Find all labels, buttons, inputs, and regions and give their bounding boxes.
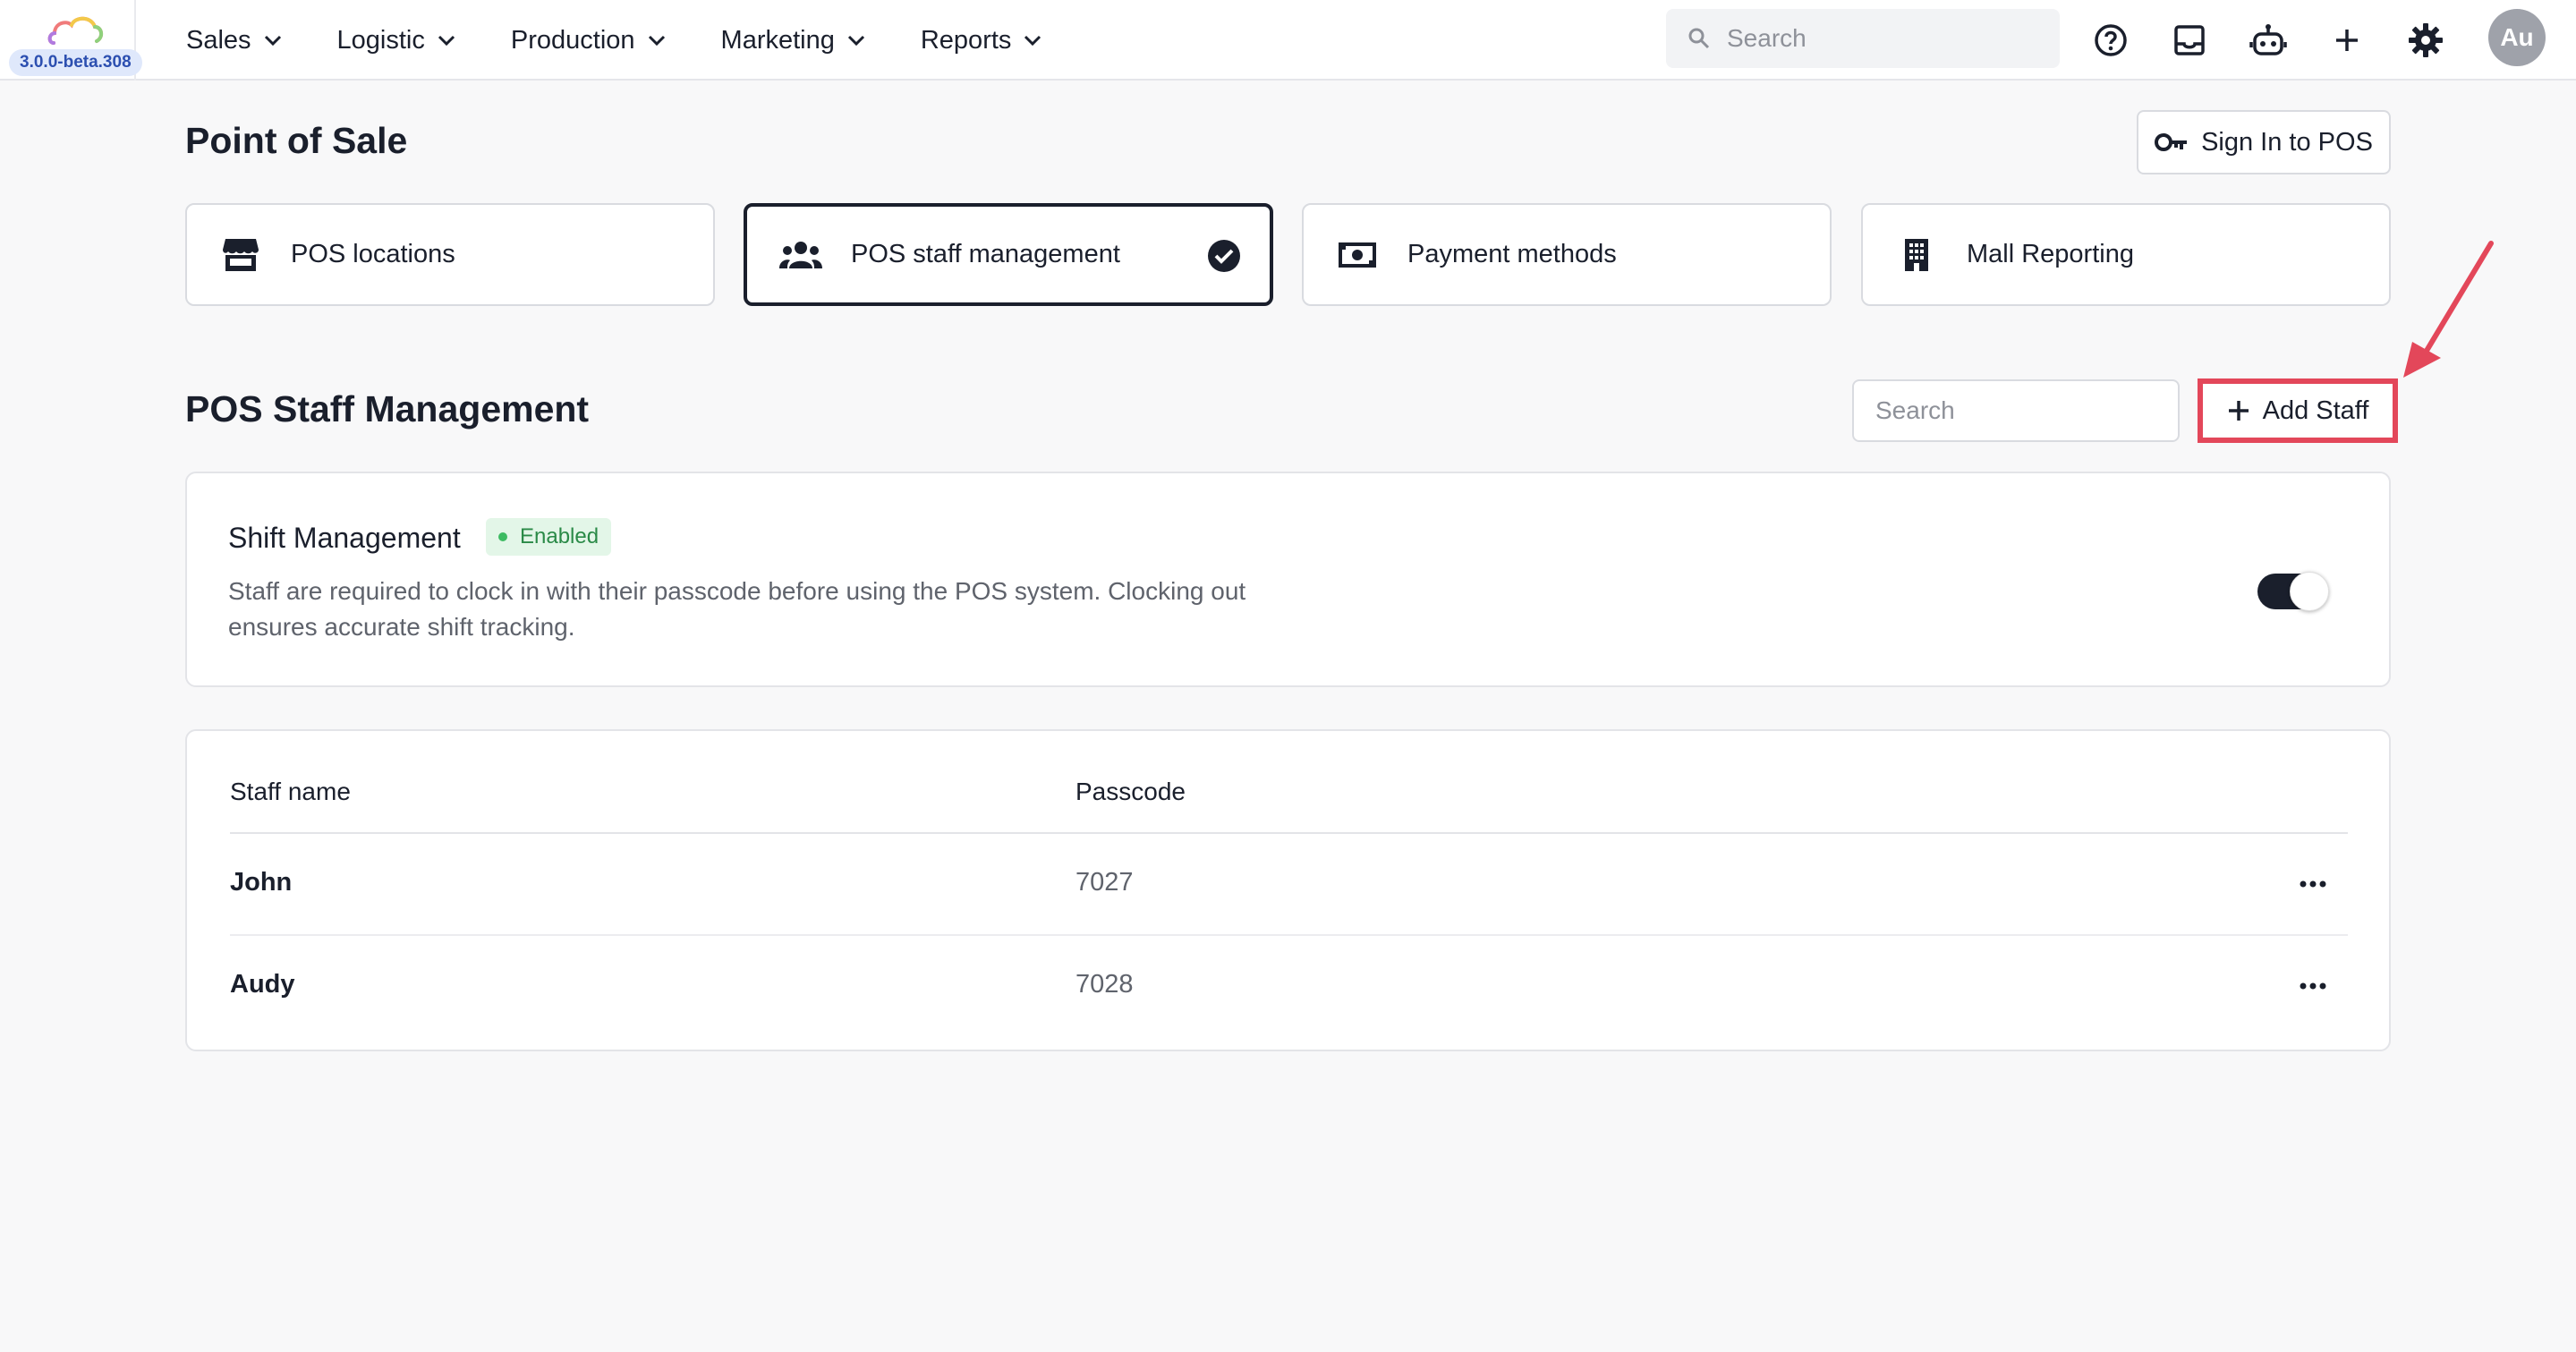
key-icon	[2155, 133, 2188, 151]
plus-icon[interactable]	[2325, 19, 2368, 62]
shift-toggle[interactable]	[2257, 572, 2329, 611]
page-title: Point of Sale	[185, 120, 408, 161]
passcode-cell: 7027	[1075, 868, 1134, 897]
shift-title: Shift Management	[228, 522, 461, 554]
nav-item-label: Marketing	[720, 25, 835, 55]
shift-management-card: Shift Management Enabled Staff are requi…	[185, 472, 2391, 687]
nav-item-label: Sales	[186, 25, 251, 55]
top-nav-bar: 3.0.0-beta.308 Sales Logistic Production…	[0, 0, 2576, 81]
more-options-icon[interactable]	[2295, 866, 2331, 902]
tab-pos-staff-management[interactable]: POS staff management	[744, 203, 1273, 306]
chevron-down-icon	[648, 35, 665, 47]
gear-icon[interactable]	[2404, 19, 2447, 62]
chevron-down-icon	[847, 35, 864, 47]
bot-icon[interactable]	[2247, 19, 2290, 62]
add-staff-button[interactable]: Add Staff	[2198, 378, 2398, 443]
version-badge: 3.0.0-beta.308	[9, 49, 142, 76]
passcode-cell: 7028	[1075, 970, 1134, 999]
nav-item-sales[interactable]: Sales	[186, 26, 282, 55]
column-header-staff-name: Staff name	[230, 778, 351, 805]
global-search[interactable]	[1666, 9, 2060, 68]
status-badge-label: Enabled	[520, 524, 599, 548]
tab-pos-locations[interactable]: POS locations	[185, 203, 715, 306]
logo-area[interactable]: 3.0.0-beta.308	[0, 0, 142, 81]
nav-item-label: Logistic	[336, 25, 425, 55]
nav-item-marketing[interactable]: Marketing	[721, 26, 865, 55]
tab-payment-methods[interactable]: Payment methods	[1302, 203, 1832, 306]
staff-name-cell: Audy	[230, 970, 295, 999]
tab-label: POS staff management	[851, 240, 1120, 268]
check-circle-icon	[1208, 240, 1240, 272]
nav-item-logistic[interactable]: Logistic	[337, 26, 455, 55]
staff-table: Staff name Passcode John 7027 Audy 7028	[185, 729, 2391, 1051]
tab-label: Mall Reporting	[1967, 240, 2134, 268]
chevron-down-icon	[1024, 35, 1041, 47]
nav-item-production[interactable]: Production	[511, 26, 666, 55]
toggle-knob	[2290, 572, 2329, 611]
main-nav: Sales Logistic Production Marketing Repo…	[186, 0, 1097, 81]
building-icon	[1895, 234, 1938, 276]
avatar[interactable]: Au	[2488, 9, 2546, 66]
nav-item-label: Production	[510, 25, 635, 55]
plus-icon	[2228, 401, 2249, 421]
table-row[interactable]: John 7027	[230, 834, 2348, 936]
status-dot-icon	[498, 532, 507, 541]
global-search-input[interactable]	[1727, 24, 2022, 53]
nav-item-reports[interactable]: Reports	[921, 26, 1042, 55]
annotation-arrow-icon	[2403, 241, 2494, 378]
status-badge: Enabled	[486, 518, 612, 556]
chevron-down-icon	[438, 35, 455, 47]
help-icon[interactable]	[2089, 19, 2132, 62]
tab-label: Payment methods	[1407, 240, 1617, 268]
nav-item-label: Reports	[920, 25, 1012, 55]
section-title: POS Staff Management	[185, 388, 590, 429]
more-options-icon[interactable]	[2295, 968, 2331, 1004]
column-header-passcode: Passcode	[1075, 778, 1186, 805]
tab-mall-reporting[interactable]: Mall Reporting	[1861, 203, 2391, 306]
sign-in-to-pos-button[interactable]: Sign In to POS	[2137, 110, 2391, 174]
tab-label: POS locations	[291, 240, 455, 268]
store-icon	[219, 234, 262, 276]
sign-in-label: Sign In to POS	[2201, 127, 2373, 157]
people-icon	[779, 234, 822, 276]
search-icon	[1688, 27, 1711, 50]
inbox-icon[interactable]	[2168, 19, 2211, 62]
chevron-down-icon	[264, 35, 281, 47]
cash-icon	[1336, 234, 1379, 276]
table-row[interactable]: Audy 7028	[230, 936, 2348, 1038]
cloud-logo-icon	[47, 16, 103, 45]
staff-name-cell: John	[230, 868, 293, 897]
add-staff-label: Add Staff	[2262, 395, 2369, 425]
staff-search-input[interactable]	[1852, 379, 2180, 442]
shift-description: Staff are required to clock in with thei…	[228, 577, 1246, 641]
